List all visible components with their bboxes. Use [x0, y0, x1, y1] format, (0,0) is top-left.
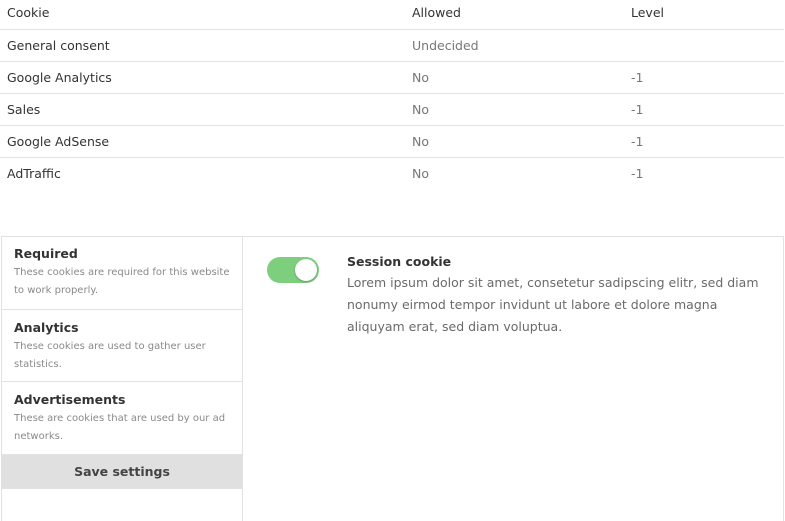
cookie-name-cell: AdTraffic: [7, 165, 61, 181]
category-description: These are cookies that are used by our a…: [14, 413, 226, 442]
allowed-cell: Undecided: [412, 37, 479, 53]
cookie-name-cell: General consent: [7, 37, 110, 53]
cookie-table: Cookie Allowed Level General consent Und…: [0, 0, 784, 189]
session-cookie-toggle[interactable]: [267, 257, 319, 283]
cookie-settings-panel: Required These cookies are required for …: [1, 236, 784, 521]
category-title: Analytics: [14, 320, 79, 335]
allowed-cell: No: [412, 165, 429, 181]
cookie-name-cell: Sales: [7, 101, 41, 117]
table-row: Google AdSense No -1: [0, 125, 784, 157]
table-row: Google Analytics No -1: [0, 61, 784, 93]
category-advertisements[interactable]: Advertisements These are cookies that ar…: [2, 382, 242, 455]
allowed-cell: No: [412, 133, 429, 149]
level-cell: -1: [631, 69, 644, 85]
category-required[interactable]: Required These cookies are required for …: [2, 237, 242, 310]
save-settings-button[interactable]: Save settings: [2, 455, 242, 489]
cookie-detail: Session cookie Lorem ipsum dolor sit ame…: [347, 253, 767, 338]
table-header-row: Cookie Allowed Level: [0, 0, 784, 29]
level-cell: -1: [631, 165, 644, 181]
cookie-name-cell: Google AdSense: [7, 133, 110, 149]
category-description: These cookies are used to gather user st…: [14, 341, 206, 370]
cookie-detail-title: Session cookie: [347, 254, 452, 269]
category-list: Required These cookies are required for …: [2, 237, 243, 521]
level-cell: [624, 29, 784, 61]
category-title: Advertisements: [14, 392, 126, 407]
column-header-level: Level: [631, 5, 664, 21]
allowed-cell: No: [412, 101, 429, 117]
cookie-detail-text: Lorem ipsum dolor sit amet, consetetur s…: [347, 275, 759, 334]
category-title: Required: [14, 246, 78, 261]
level-cell: -1: [631, 133, 644, 149]
table-row: General consent Undecided: [0, 29, 784, 61]
category-description: These cookies are required for this webs…: [14, 267, 230, 296]
allowed-cell: No: [412, 69, 429, 85]
column-header-cookie: Cookie: [7, 5, 50, 21]
table-row: AdTraffic No -1: [0, 157, 784, 189]
category-analytics[interactable]: Analytics These cookies are used to gath…: [2, 310, 242, 382]
column-header-allowed: Allowed: [412, 5, 461, 21]
table-row: Sales No -1: [0, 93, 784, 125]
toggle-knob: [295, 259, 317, 281]
level-cell: -1: [631, 101, 644, 117]
cookie-name-cell: Google Analytics: [7, 69, 112, 85]
